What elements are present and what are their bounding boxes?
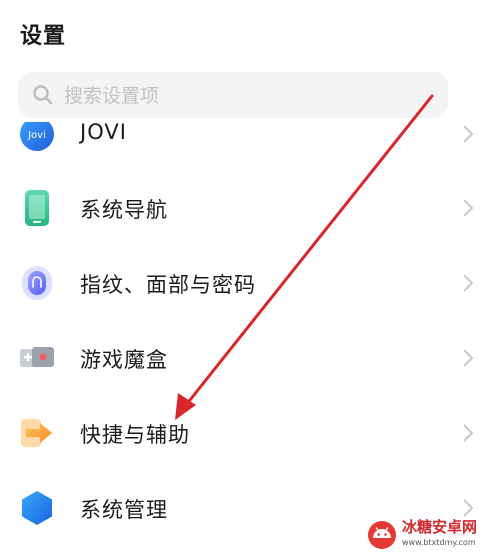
settings-item-label: JOVI [80,122,127,144]
phone-navigation-icon [25,190,49,226]
settings-item-game-box[interactable]: 游戏魔盒 [0,328,500,388]
settings-item-navigation[interactable]: 系统导航 [0,178,500,238]
settings-item-label: 游戏魔盒 [80,348,168,372]
search-icon [33,85,53,105]
system-management-icon [22,491,52,525]
settings-list: Jovi JOVI 系统导航 指纹、面部与密码 游戏魔盒 快捷与辅助 系统管理 [0,122,500,554]
jovi-icon: Jovi [20,122,54,151]
chevron-right-icon [463,499,474,517]
watermark-title: 冰糖安卓网 [402,518,478,536]
search-bar[interactable] [18,72,448,118]
page-title: 设置 [20,24,67,49]
chevron-right-icon [463,125,474,143]
chevron-right-icon [463,349,474,367]
settings-item-fingerprint[interactable]: 指纹、面部与密码 [0,253,500,313]
settings-item-label: 系统导航 [80,198,168,222]
android-logo-icon [368,521,396,549]
settings-item-label: 指纹、面部与密码 [80,273,256,297]
settings-item-shortcut[interactable]: 快捷与辅助 [0,403,500,463]
search-input[interactable] [62,72,436,118]
watermark-url: www.btxtdmy.com [402,538,476,547]
shortcut-arrow-icon [21,419,52,447]
settings-item-label: 系统管理 [80,498,168,522]
chevron-right-icon [463,424,474,442]
jovi-icon-text: Jovi [27,130,46,141]
settings-item-label: 快捷与辅助 [80,423,190,447]
game-box-icon [20,347,54,367]
settings-item-jovi[interactable]: Jovi JOVI [0,122,500,164]
chevron-right-icon [463,199,474,217]
watermark: 冰糖安卓网 www.btxtdmy.com [366,516,498,552]
fingerprint-icon [22,266,52,300]
chevron-right-icon [463,274,474,292]
